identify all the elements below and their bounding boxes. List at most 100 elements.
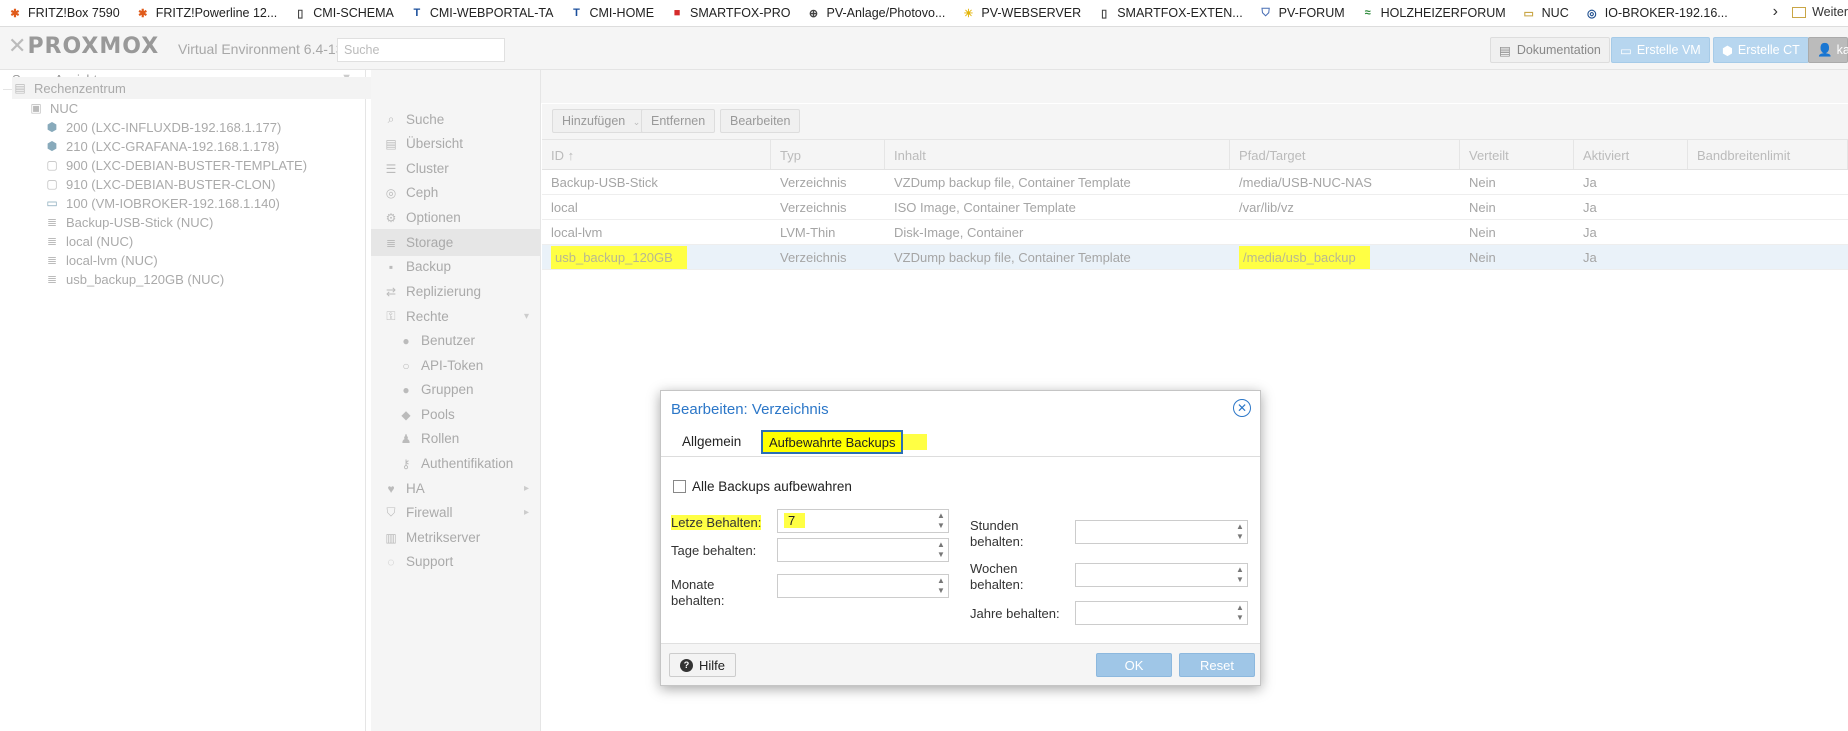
desktop-icon: ▭: [1620, 43, 1632, 58]
nav-item[interactable]: ▪ Backup: [371, 253, 541, 280]
bookmark-item[interactable]: ≈ HOLZHEIZERFORUM: [1361, 6, 1506, 20]
table-row[interactable]: usb_backup_120GB Verzeichnis VZDump backup…: [542, 245, 1848, 270]
bookmark-item[interactable]: T CMI-HOME: [569, 6, 654, 20]
bookmarks-more-chevron-icon[interactable]: ›: [1773, 3, 1778, 21]
documentation-button[interactable]: ▤ Dokumentation: [1490, 37, 1610, 63]
column-header[interactable]: Aktiviert: [1574, 140, 1688, 169]
nav-item[interactable]: ● Benutzer: [371, 327, 541, 354]
nav-item[interactable]: ◎ Ceph: [371, 179, 541, 206]
reset-button[interactable]: Reset: [1179, 653, 1255, 677]
bookmark-label: FRITZ!Box 7590: [28, 6, 120, 20]
spinner-icon[interactable]: ▲ ▼: [936, 540, 946, 560]
spinner-icon[interactable]: ▲ ▼: [1235, 603, 1245, 623]
tab-general[interactable]: Allgemein: [674, 430, 749, 454]
nav-item[interactable]: ♥ HA ▸: [371, 475, 541, 502]
table-row[interactable]: local Verzeichnis ISO Image, Container Tem…: [542, 195, 1848, 220]
bookmark-item[interactable]: ✱ FRITZ!Box 7590: [8, 6, 120, 20]
bookmark-item[interactable]: ▭ NUC: [1522, 6, 1568, 20]
keep-daily-input[interactable]: ▲ ▼: [777, 538, 949, 562]
nav-item[interactable]: ⚷ Authentifikation: [371, 450, 541, 477]
keep-weekly-input[interactable]: ▲ ▼: [1075, 563, 1248, 587]
nav-item[interactable]: ⇄ Replizierung: [371, 278, 541, 305]
tab-retention[interactable]: Aufbewahrte Backups: [761, 430, 929, 454]
edit-button[interactable]: Bearbeiten: [720, 109, 801, 133]
column-header[interactable]: ID ↑: [542, 140, 771, 169]
remove-button[interactable]: Entfernen: [641, 109, 716, 133]
column-header[interactable]: Pfad/Target: [1230, 140, 1460, 169]
chevron-down-icon[interactable]: ▾: [524, 311, 529, 322]
smartfox-icon: ■: [673, 7, 681, 19]
nav-item[interactable]: ● Gruppen: [371, 376, 541, 403]
tree-node[interactable]: ▤ Rechenzentrum: [12, 77, 374, 99]
chevron-right-icon[interactable]: ▸: [524, 507, 529, 518]
bookmark-weiter[interactable]: Weiter: [1792, 5, 1848, 19]
tree-node[interactable]: ≣ usb_backup_120GB (NUC): [44, 268, 224, 290]
keep-yearly-input[interactable]: ▲ ▼: [1075, 601, 1248, 625]
unlock-icon: ⚿: [386, 309, 396, 323]
spinner-icon[interactable]: ▲ ▼: [1235, 565, 1245, 585]
table-cell: [1688, 195, 1848, 219]
column-header[interactable]: Bandbreitenlimit: [1688, 140, 1848, 169]
column-header[interactable]: Typ: [771, 140, 885, 169]
bookmark-item[interactable]: ⊕ PV-Anlage/Photovo...: [807, 6, 945, 20]
keep-all-checkbox-row[interactable]: Alle Backups aufbewahren: [673, 479, 852, 494]
nav-item[interactable]: ○ API-Token: [371, 352, 541, 379]
chevron-right-icon[interactable]: ▸: [524, 483, 529, 494]
cell-text: Backup-USB-Stick: [551, 175, 658, 190]
nav-item-label: HA: [406, 481, 425, 496]
add-button[interactable]: Hinzufügen ⌄: [552, 109, 651, 133]
help-button[interactable]: ? Hilfe: [669, 653, 737, 677]
nav-item[interactable]: ▤ Übersicht: [371, 130, 541, 157]
nav-item[interactable]: ⌕ Suche: [371, 106, 541, 133]
keep-last-input[interactable]: 7 ▲ ▼: [777, 509, 949, 533]
spinner-icon[interactable]: ▲ ▼: [936, 576, 946, 596]
close-icon[interactable]: ✕: [1233, 399, 1251, 417]
spinner-icon[interactable]: ▲ ▼: [1235, 522, 1245, 542]
bookmark-item[interactable]: ⛉ PV-FORUM: [1259, 6, 1345, 20]
bookmark-item[interactable]: ▯ CMI-SCHEMA: [293, 6, 394, 20]
nav-item[interactable]: ◆ Pools: [371, 401, 541, 428]
keep-hourly-input[interactable]: ▲ ▼: [1075, 520, 1248, 544]
nav-item-label: Übersicht: [406, 136, 464, 151]
table-row[interactable]: Backup-USB-Stick Verzeichnis VZDump backup…: [542, 170, 1848, 195]
nav-item[interactable]: ♟ Rollen: [371, 425, 541, 452]
cell-text: Nein: [1469, 200, 1496, 215]
dialog-title: Bearbeiten: Verzeichnis: [671, 401, 829, 418]
vm-icon: ▭: [46, 196, 58, 210]
user-label: ka: [1836, 43, 1848, 57]
search-input[interactable]: Suche: [337, 38, 505, 62]
nav-item-label: Rechte: [406, 309, 449, 324]
bookmark-item[interactable]: ✱ FRITZ!Powerline 12...: [136, 6, 277, 20]
nav-item[interactable]: ⚿ Rechte ▾: [371, 303, 541, 330]
storage-grid: ID ↑ Typ Inhalt Pfad/Target Verteilt Aktivier…: [542, 140, 1848, 270]
bookmark-item[interactable]: ▯ SMARTFOX-EXTEN...: [1097, 6, 1243, 20]
bookmark-item[interactable]: T CMI-WEBPORTAL-TA: [410, 6, 553, 20]
table-row[interactable]: local-lvm LVM-Thin Disk-Image, Container Ne…: [542, 220, 1848, 245]
nav-item[interactable]: ▥ Metrikserver: [371, 524, 541, 551]
nav-item[interactable]: ⚙ Optionen: [371, 204, 541, 231]
tags-icon: ◆: [401, 407, 411, 422]
keep-last-label-text: Letze Behalten:: [671, 515, 762, 530]
create-ct-button[interactable]: ⬢ Erstelle CT: [1713, 37, 1809, 63]
user-menu-button[interactable]: 👤 ka: [1808, 37, 1848, 63]
fritz-icon: ✱: [138, 7, 148, 20]
create-vm-button[interactable]: ▭ Erstelle VM: [1611, 37, 1710, 63]
nav-item[interactable]: ☰ Cluster: [371, 155, 541, 182]
cell-text: Verzeichnis: [780, 200, 847, 215]
tree-node-label: local (NUC): [66, 233, 134, 249]
ok-button[interactable]: OK: [1096, 653, 1172, 677]
table-cell: VZDump backup file, Container Template: [885, 245, 1230, 269]
nav-item[interactable]: ≣ Storage: [371, 229, 541, 256]
column-header[interactable]: Inhalt: [885, 140, 1230, 169]
keep-all-checkbox[interactable]: [673, 480, 686, 493]
column-header[interactable]: Verteilt: [1460, 140, 1574, 169]
key-icon: ⚷: [401, 456, 411, 471]
spinner-icon[interactable]: ▲ ▼: [936, 511, 946, 531]
bookmark-item[interactable]: ◎ IO-BROKER-192.16...: [1585, 6, 1728, 20]
bookmark-item[interactable]: ☀ PV-WEBSERVER: [961, 6, 1081, 20]
nav-item[interactable]: ◌ Support: [371, 548, 541, 575]
bookmark-item[interactable]: ■ SMARTFOX-PRO: [670, 6, 791, 20]
keep-monthly-input[interactable]: ▲ ▼: [777, 574, 949, 598]
bookmark-label: HOLZHEIZERFORUM: [1380, 6, 1506, 20]
nav-item[interactable]: ⛉ Firewall ▸: [371, 499, 541, 526]
